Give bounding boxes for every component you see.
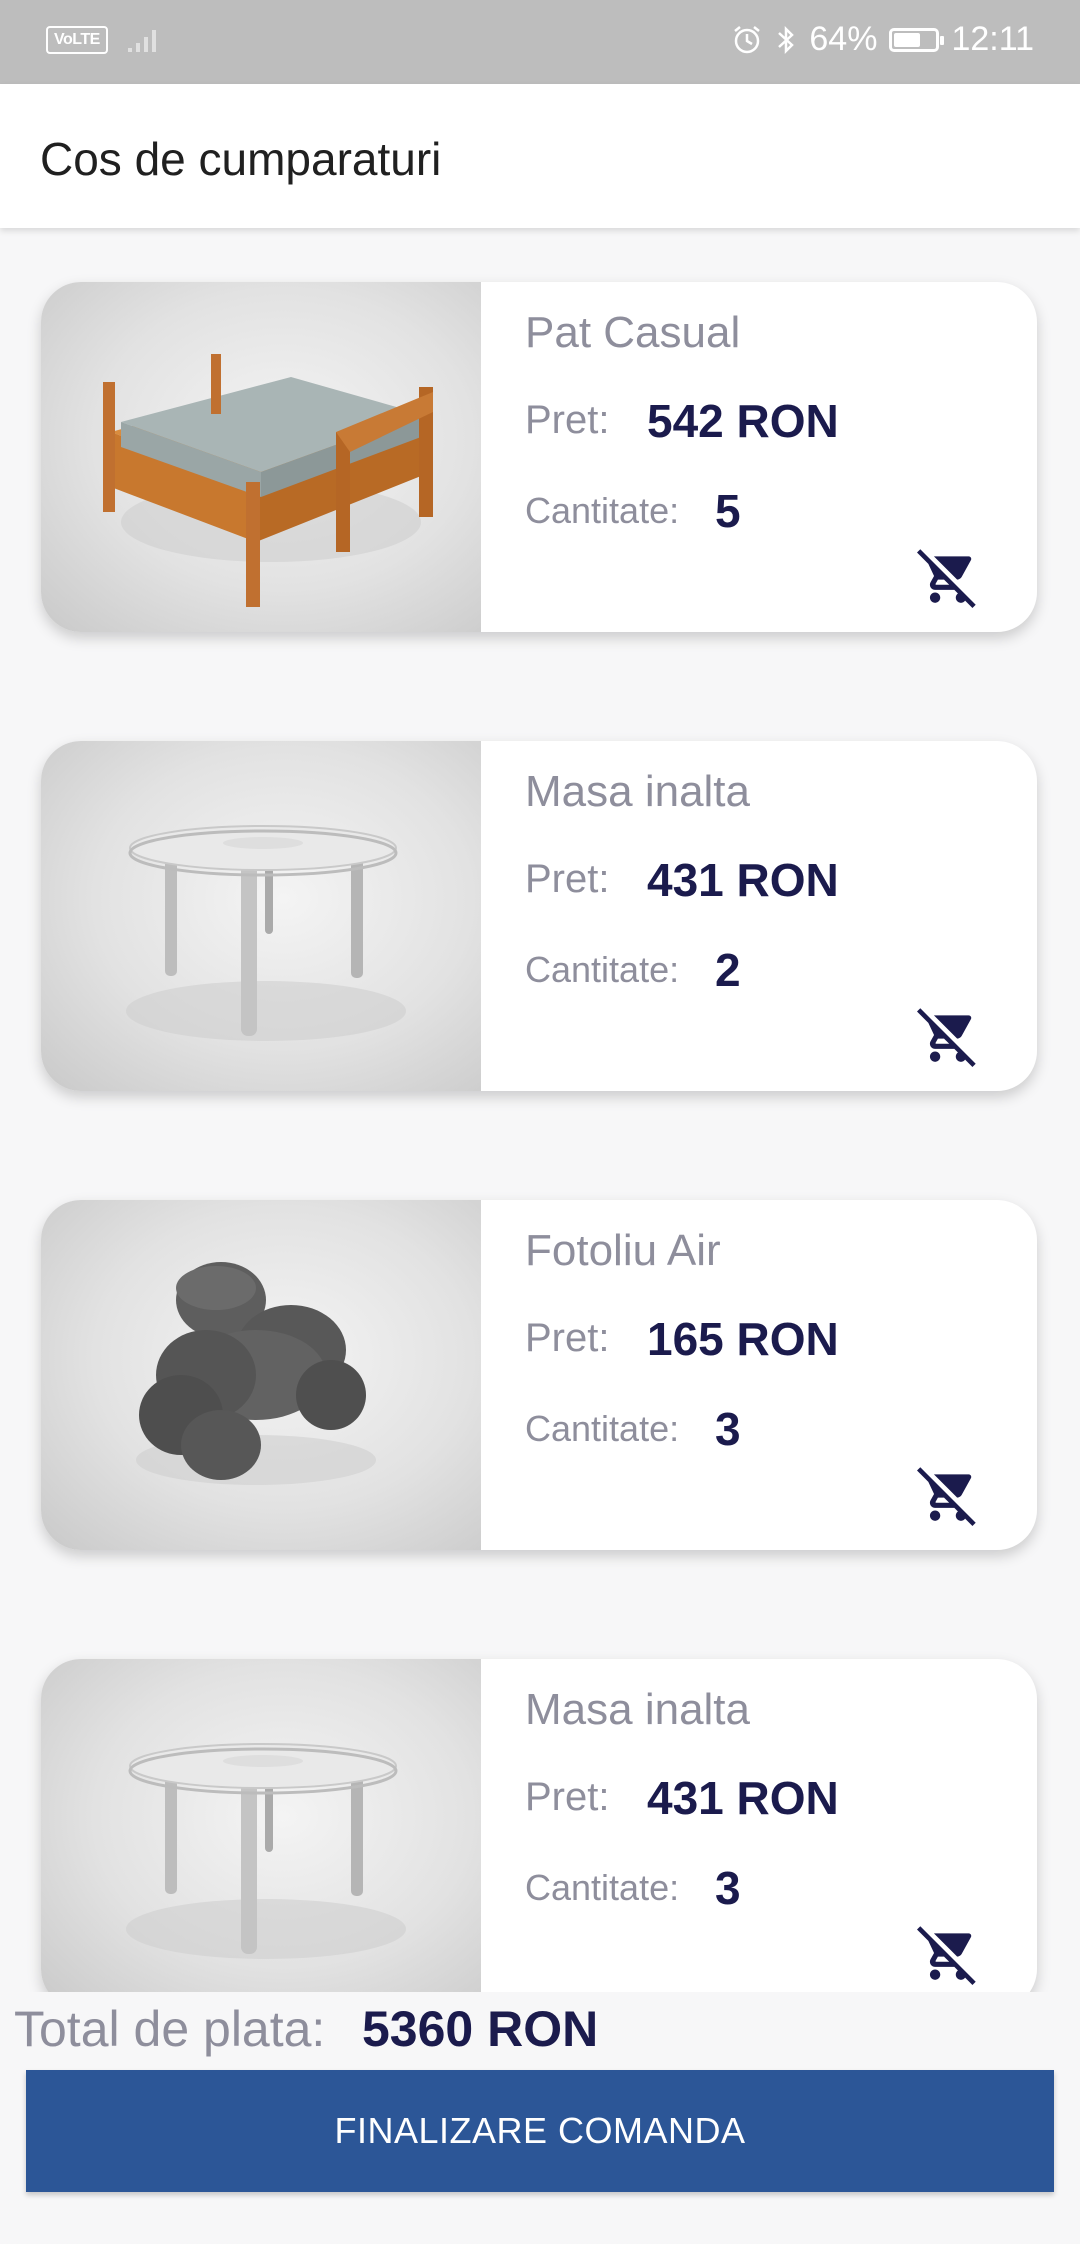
status-bar: VoLTE 64% 12:11 bbox=[0, 0, 1080, 84]
item-name: Masa inalta bbox=[525, 767, 751, 816]
item-price: 542 RON bbox=[647, 395, 839, 447]
remove-from-cart-button[interactable] bbox=[917, 1005, 979, 1067]
item-price: 165 RON bbox=[647, 1313, 839, 1365]
price-label: Pret: bbox=[525, 857, 610, 901]
remove-shopping-cart-icon bbox=[917, 1467, 976, 1526]
item-name: Masa inalta bbox=[525, 1685, 751, 1734]
volte-icon: VoLTE bbox=[46, 26, 108, 54]
item-name: Fotoliu Air bbox=[525, 1226, 721, 1275]
item-price: 431 RON bbox=[647, 1772, 839, 1824]
quantity-label: Cantitate: bbox=[525, 490, 680, 531]
remove-shopping-cart-icon bbox=[917, 1926, 976, 1985]
item-quantity: 5 bbox=[715, 485, 741, 537]
table-image bbox=[41, 741, 481, 1091]
price-label: Pret: bbox=[525, 398, 610, 442]
total-label: Total de plata: bbox=[14, 2001, 326, 2057]
item-quantity: 3 bbox=[715, 1862, 741, 1914]
cart-item[interactable]: Fotoliu Air Pret: 165 RON Cantitate: 3 bbox=[41, 1200, 1037, 1550]
item-quantity: 2 bbox=[715, 944, 741, 996]
price-label: Pret: bbox=[525, 1775, 610, 1819]
remove-shopping-cart-icon bbox=[917, 549, 976, 608]
bluetooth-icon bbox=[778, 25, 795, 54]
remove-shopping-cart-icon bbox=[917, 1008, 976, 1067]
price-label: Pret: bbox=[525, 1316, 610, 1360]
item-quantity: 3 bbox=[715, 1403, 741, 1455]
page-title: Cos de cumparaturi bbox=[40, 133, 442, 185]
battery-percent: 64% bbox=[809, 20, 878, 58]
quantity-label: Cantitate: bbox=[525, 1408, 680, 1449]
remove-from-cart-button[interactable] bbox=[917, 546, 979, 608]
bed-image bbox=[41, 282, 481, 632]
signal-icon bbox=[127, 30, 156, 52]
table-image bbox=[41, 1659, 481, 1992]
armchair-image bbox=[41, 1200, 481, 1550]
cart-item[interactable]: Pat Casual Pret: 542 RON Cantitate: 5 bbox=[41, 282, 1037, 632]
status-left: VoLTE bbox=[46, 26, 162, 54]
total-value: 5360 RON bbox=[362, 2001, 599, 2057]
quantity-label: Cantitate: bbox=[525, 949, 680, 990]
checkout-footer: Total de plata: 5360 RON FINALIZARE COMA… bbox=[0, 1992, 1080, 2244]
alarm-icon bbox=[734, 25, 761, 53]
battery-icon bbox=[889, 27, 945, 52]
clock: 12:11 bbox=[951, 20, 1034, 58]
cart-item[interactable]: Masa inalta Pret: 431 RON Cantitate: 2 bbox=[41, 741, 1037, 1091]
quantity-label: Cantitate: bbox=[525, 1867, 680, 1908]
item-price: 431 RON bbox=[647, 854, 839, 906]
app-bar: Cos de cumparaturi bbox=[0, 84, 1080, 228]
remove-from-cart-button[interactable] bbox=[917, 1923, 979, 1985]
finalize-order-button[interactable]: FINALIZARE COMANDA bbox=[26, 2070, 1054, 2192]
status-right: 64% 12:11 bbox=[731, 20, 1034, 59]
item-name: Pat Casual bbox=[525, 308, 741, 357]
remove-from-cart-button[interactable] bbox=[917, 1464, 979, 1526]
cart-list[interactable]: Pat Casual Pret: 542 RON Cantitate: 5 Ma… bbox=[0, 228, 1080, 1992]
battery-fill bbox=[894, 32, 921, 47]
cart-item[interactable]: Masa inalta Pret: 431 RON Cantitate: 3 bbox=[41, 1659, 1037, 1992]
